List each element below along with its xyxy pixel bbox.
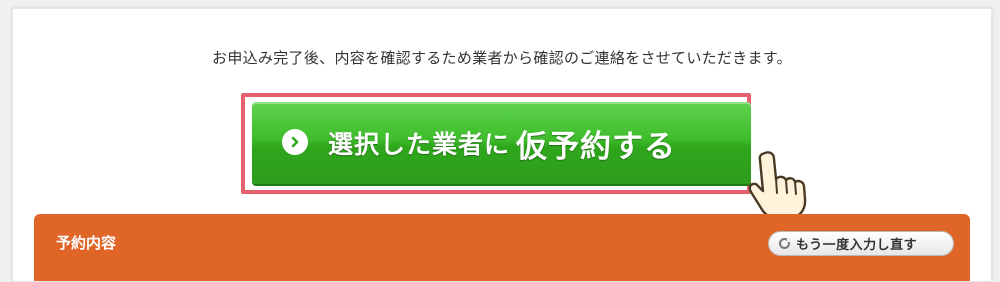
refresh-icon — [779, 238, 791, 249]
section-title: 予約内容 — [56, 234, 117, 252]
reenter-button-label: もう一度入力し直す — [796, 238, 918, 253]
cta-label-main: 選択した業者に — [328, 130, 511, 159]
chevron-circle-right-icon — [282, 129, 308, 155]
section-header-reservation-details: 予約内容 もう一度入力し直す — [34, 214, 970, 281]
confirmation-notice: お申込み完了後、内容を確認するため業者から確認のご連絡をさせていただきます。 — [212, 49, 792, 67]
pointing-hand-icon — [743, 149, 819, 223]
cta-label: 選択した業者に 仮予約する — [328, 102, 676, 184]
provisional-reservation-button[interactable]: 選択した業者に 仮予約する — [252, 102, 751, 184]
reservation-card: お申込み完了後、内容を確認するため業者から確認のご連絡をさせていただきます。 選… — [12, 8, 992, 282]
reenter-button[interactable]: もう一度入力し直す — [768, 231, 954, 256]
cta-label-emphasis: 仮予約する — [516, 128, 677, 165]
